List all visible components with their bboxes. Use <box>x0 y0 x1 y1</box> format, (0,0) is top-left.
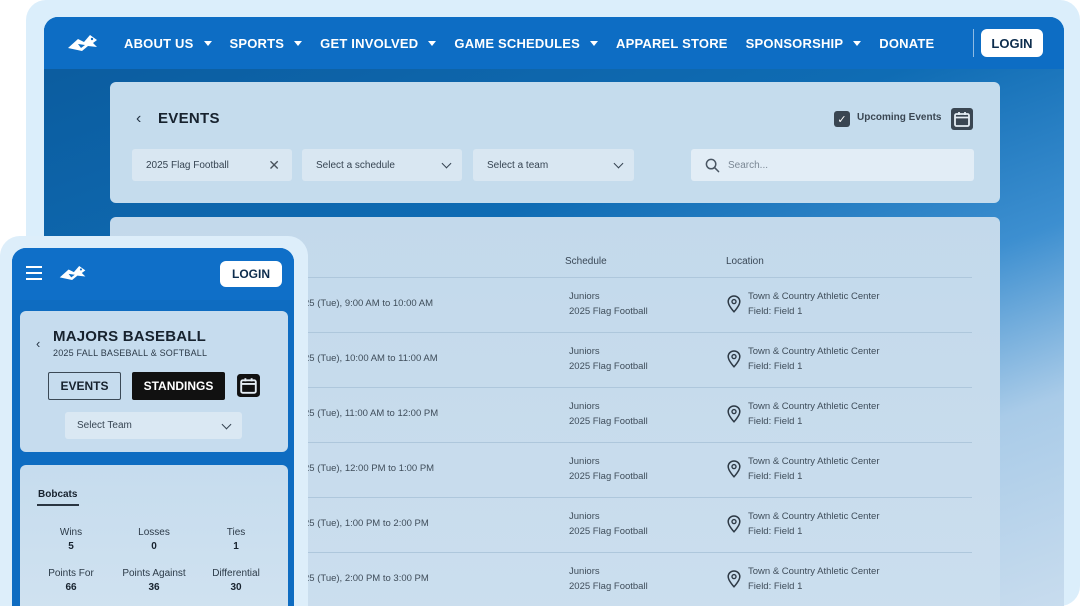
event-time: 25 (Tue), 9:00 AM to 10:00 AM <box>304 298 434 309</box>
stat-label-points-for: Points For <box>48 568 94 579</box>
schedule-program: 2025 Flag Football <box>569 471 648 482</box>
nav-divider <box>973 29 974 57</box>
calendar-icon[interactable] <box>236 373 261 398</box>
chevron-down-icon <box>853 40 862 46</box>
location-venue: Town & Country Athletic Center <box>748 566 880 577</box>
mobile-window: LOGIN ‹ MAJORS BASEBALL 2025 FALL BASEBA… <box>12 248 294 606</box>
schedule-program: 2025 Flag Football <box>569 581 648 592</box>
stat-label-wins: Wins <box>59 527 83 538</box>
event-time: 25 (Tue), 10:00 AM to 11:00 AM <box>304 353 438 364</box>
map-pin-icon <box>727 460 741 478</box>
event-time: 25 (Tue), 12:00 PM to 1:00 PM <box>304 463 435 474</box>
chevron-down-icon <box>613 158 624 169</box>
stat-label-ties: Ties <box>226 527 246 538</box>
stat-value-points-against: 36 <box>148 582 160 593</box>
team-tab-bobcats[interactable]: Bobcats <box>38 489 77 500</box>
map-pin-icon <box>727 570 741 588</box>
chevron-down-icon <box>428 40 437 46</box>
back-arrow-icon[interactable]: ‹ <box>36 336 40 351</box>
map-pin-icon <box>727 295 741 313</box>
map-pin-icon <box>727 405 741 423</box>
chevron-down-icon <box>221 419 232 430</box>
stat-value-wins: 5 <box>68 541 74 552</box>
stat-value-ties: 1 <box>233 541 239 552</box>
event-time: 25 (Tue), 11:00 AM to 12:00 PM <box>304 408 439 419</box>
events-filter-card: ‹ EVENTS ✓ Upcoming Events 2025 Flag Foo… <box>110 82 1000 203</box>
chevron-down-icon <box>589 40 598 46</box>
search-input[interactable]: Search... <box>691 149 974 181</box>
active-tab-underline <box>37 504 79 506</box>
chevron-down-icon <box>441 158 452 169</box>
mobile-login-button[interactable]: LOGIN <box>220 261 282 287</box>
stat-label-points-against: Points Against <box>122 568 186 579</box>
upcoming-events-label: Upcoming Events <box>857 112 942 123</box>
schedule-program: 2025 Flag Football <box>569 306 648 317</box>
location-field: Field: Field 1 <box>748 306 803 317</box>
back-arrow-icon[interactable]: ‹ <box>136 110 141 128</box>
map-pin-icon <box>727 515 741 533</box>
mobile-league-header-card: ‹ MAJORS BASEBALL 2025 FALL BASEBALL & S… <box>20 311 288 452</box>
login-button[interactable]: LOGIN <box>981 29 1043 57</box>
schedule-level: Juniors <box>569 566 600 577</box>
location-venue: Town & Country Athletic Center <box>748 456 880 467</box>
location-field: Field: Field 1 <box>748 361 803 372</box>
tab-standings[interactable]: STANDINGS <box>132 372 225 400</box>
nav-item-donate[interactable]: DONATE <box>879 36 934 51</box>
nav-item-game-schedules[interactable]: GAME SCHEDULES <box>454 36 598 51</box>
column-header-location: Location <box>726 256 764 267</box>
location-venue: Town & Country Athletic Center <box>748 346 880 357</box>
location-field: Field: Field 1 <box>748 471 803 482</box>
league-title: MAJORS BASEBALL <box>53 328 207 345</box>
schedule-program: 2025 Flag Football <box>569 361 648 372</box>
schedule-program: 2025 Flag Football <box>569 416 648 427</box>
location-venue: Town & Country Athletic Center <box>748 401 880 412</box>
schedule-level: Juniors <box>569 456 600 467</box>
map-pin-icon <box>727 350 741 368</box>
nav-item-about-us[interactable]: ABOUT US <box>124 36 212 51</box>
bird-logo-icon[interactable] <box>66 32 100 54</box>
stat-label-losses: Losses <box>138 527 170 538</box>
location-field: Field: Field 1 <box>748 526 803 537</box>
nav-item-sports[interactable]: SPORTS <box>230 36 303 51</box>
schedule-level: Juniors <box>569 291 600 302</box>
hamburger-menu-icon[interactable] <box>26 266 42 280</box>
stat-value-losses: 0 <box>151 541 157 552</box>
tab-events[interactable]: EVENTS <box>48 372 121 400</box>
schedule-program: 2025 Flag Football <box>569 526 648 537</box>
select-team-dropdown[interactable]: Select Team <box>65 412 242 439</box>
chevron-down-icon <box>294 40 303 46</box>
program-filter-chip[interactable]: 2025 Flag Football ✕ <box>132 149 292 181</box>
location-field: Field: Field 1 <box>748 581 803 592</box>
clear-filter-icon[interactable]: ✕ <box>268 157 280 174</box>
schedule-select[interactable]: Select a schedule <box>302 149 462 181</box>
schedule-level: Juniors <box>569 401 600 412</box>
nav-item-get-involved[interactable]: GET INVOLVED <box>320 36 437 51</box>
chevron-down-icon <box>203 40 212 46</box>
stat-value-differential: 30 <box>230 582 242 593</box>
bird-logo-icon[interactable] <box>58 263 88 283</box>
event-time: 25 (Tue), 2:00 PM to 3:00 PM <box>304 573 429 584</box>
stat-label-differential: Differential <box>212 568 260 579</box>
calendar-icon[interactable] <box>950 107 974 131</box>
location-field: Field: Field 1 <box>748 416 803 427</box>
standings-card: Bobcats Wins 5 Losses 0 Ties 1 Points Fo… <box>20 465 288 606</box>
stat-value-points-for: 66 <box>65 582 77 593</box>
schedule-level: Juniors <box>569 346 600 357</box>
event-time: 25 (Tue), 1:00 PM to 2:00 PM <box>304 518 429 529</box>
nav-item-apparel-store[interactable]: APPAREL STORE <box>616 36 728 51</box>
nav-item-sponsorship[interactable]: SPONSORSHIP <box>746 36 862 51</box>
page-title: EVENTS <box>158 110 220 127</box>
search-icon <box>705 158 720 172</box>
schedule-level: Juniors <box>569 511 600 522</box>
top-navbar: ABOUT US SPORTS GET INVOLVED GAME SCHEDU… <box>44 17 1064 69</box>
column-header-schedule: Schedule <box>565 256 607 267</box>
upcoming-events-checkbox[interactable]: ✓ <box>834 111 850 127</box>
nav-menu: ABOUT US SPORTS GET INVOLVED GAME SCHEDU… <box>124 36 952 51</box>
location-venue: Town & Country Athletic Center <box>748 511 880 522</box>
team-select[interactable]: Select a team <box>473 149 634 181</box>
location-venue: Town & Country Athletic Center <box>748 291 880 302</box>
mobile-navbar: LOGIN <box>12 248 294 300</box>
league-subtitle: 2025 FALL BASEBALL & SOFTBALL <box>53 348 208 358</box>
